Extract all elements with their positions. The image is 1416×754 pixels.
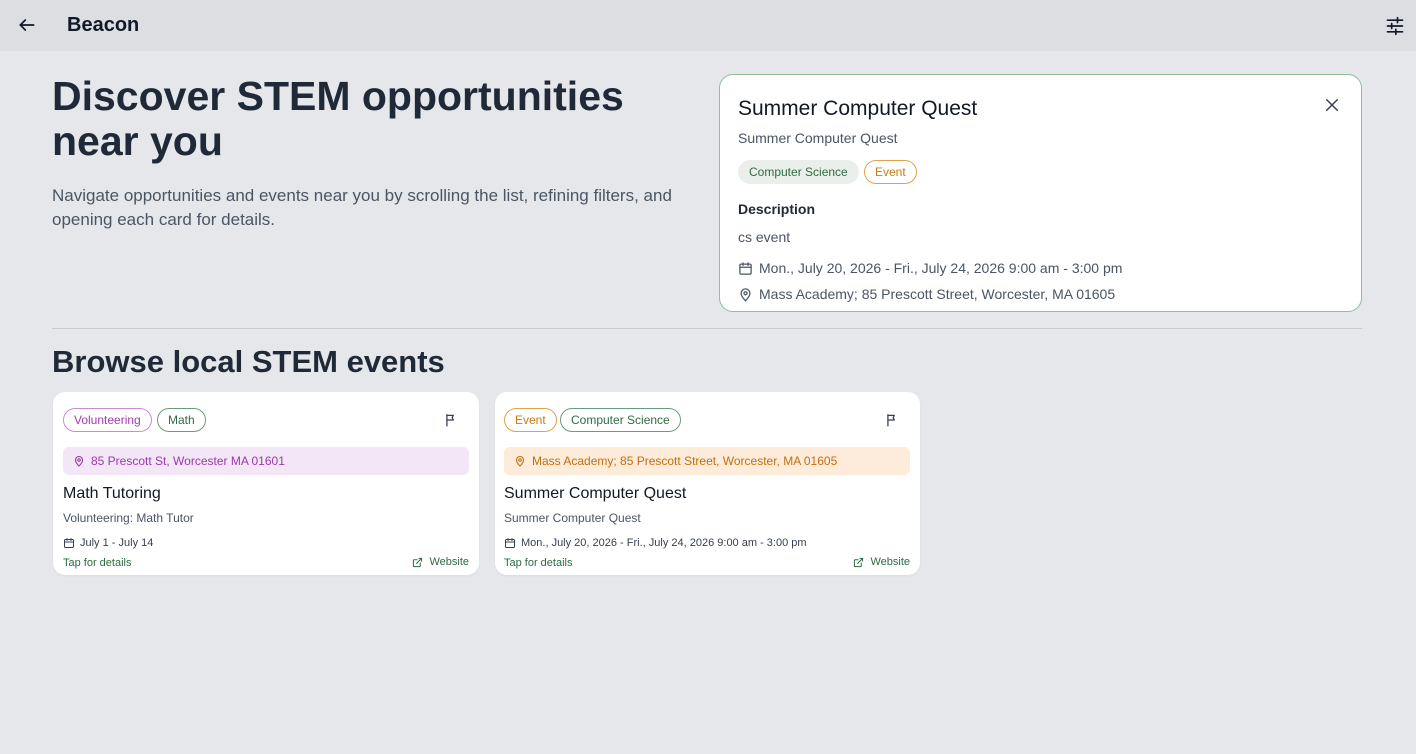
section-divider — [52, 328, 1362, 329]
close-button[interactable] — [1320, 93, 1344, 117]
map-pin-icon — [73, 455, 85, 467]
card-location: Mass Academy; 85 Prescott Street, Worces… — [504, 447, 910, 475]
tag-event: Event — [504, 408, 557, 432]
detail-title: Summer Computer Quest — [738, 97, 978, 120]
tag-volunteering: Volunteering — [63, 408, 152, 432]
browse-title: Browse local STEM events — [52, 344, 445, 379]
external-link-icon — [853, 557, 864, 568]
app-title: Beacon — [67, 14, 140, 36]
app-bar: Beacon — [0, 0, 1416, 51]
detail-date: Mon., July 20, 2026 - Fri., July 24, 202… — [759, 260, 1123, 276]
card-location: 85 Prescott St, Worcester MA 01601 — [63, 447, 469, 475]
event-card[interactable]: Event Computer Science Mass Academy; 85 … — [495, 392, 920, 575]
event-detail-card: Summer Computer Quest Summer Computer Qu… — [719, 74, 1362, 312]
arrow-left-icon — [17, 15, 37, 35]
flag-icon — [885, 413, 899, 427]
card-date-row: July 1 - July 14 — [63, 537, 153, 549]
page-subtitle: Navigate opportunities and events near y… — [52, 186, 672, 229]
detail-date-row: Mon., July 20, 2026 - Fri., July 24, 202… — [738, 260, 1122, 276]
website-link[interactable]: Website — [412, 556, 469, 568]
calendar-icon — [738, 261, 753, 276]
page-title: Discover STEM opportunities near you — [52, 73, 624, 164]
filter-button[interactable] — [1382, 13, 1408, 39]
calendar-icon — [63, 537, 75, 549]
external-link-icon — [412, 557, 423, 568]
flag-button[interactable] — [441, 410, 461, 430]
card-title: Math Tutoring — [63, 485, 161, 502]
calendar-icon — [504, 537, 516, 549]
back-button[interactable] — [14, 12, 40, 38]
flag-button[interactable] — [882, 410, 902, 430]
description-text: cs event — [738, 229, 791, 245]
card-subtitle: Summer Computer Quest — [504, 511, 641, 525]
detail-subtitle: Summer Computer Quest — [738, 130, 898, 146]
tag-math: Math — [157, 408, 206, 432]
tag-computer-science: Computer Science — [738, 160, 859, 184]
tap-for-details[interactable]: Tap for details — [63, 557, 131, 569]
tag-computer-science: Computer Science — [560, 408, 681, 432]
card-location-text: Mass Academy; 85 Prescott Street, Worces… — [532, 454, 838, 468]
detail-location: Mass Academy; 85 Prescott Street, Worces… — [759, 286, 1116, 302]
flag-icon — [444, 413, 458, 427]
tap-for-details[interactable]: Tap for details — [504, 557, 572, 569]
map-pin-icon — [738, 287, 753, 302]
event-card[interactable]: Volunteering Math 85 Prescott St, Worces… — [53, 392, 479, 575]
card-date: Mon., July 20, 2026 - Fri., July 24, 202… — [521, 537, 807, 549]
card-date-row: Mon., July 20, 2026 - Fri., July 24, 202… — [504, 537, 807, 549]
map-pin-icon — [514, 455, 526, 467]
detail-location-row: Mass Academy; 85 Prescott Street, Worces… — [738, 286, 1115, 302]
website-link[interactable]: Website — [853, 556, 910, 568]
website-label: Website — [870, 556, 910, 568]
card-subtitle: Volunteering: Math Tutor — [63, 511, 194, 525]
tag-event: Event — [864, 160, 917, 184]
close-icon — [1323, 96, 1341, 114]
description-label: Description — [738, 201, 816, 217]
card-date: July 1 - July 14 — [80, 537, 154, 549]
card-location-text: 85 Prescott St, Worcester MA 01601 — [91, 454, 285, 468]
website-label: Website — [429, 556, 469, 568]
card-title: Summer Computer Quest — [504, 485, 687, 502]
sliders-icon — [1385, 16, 1405, 36]
